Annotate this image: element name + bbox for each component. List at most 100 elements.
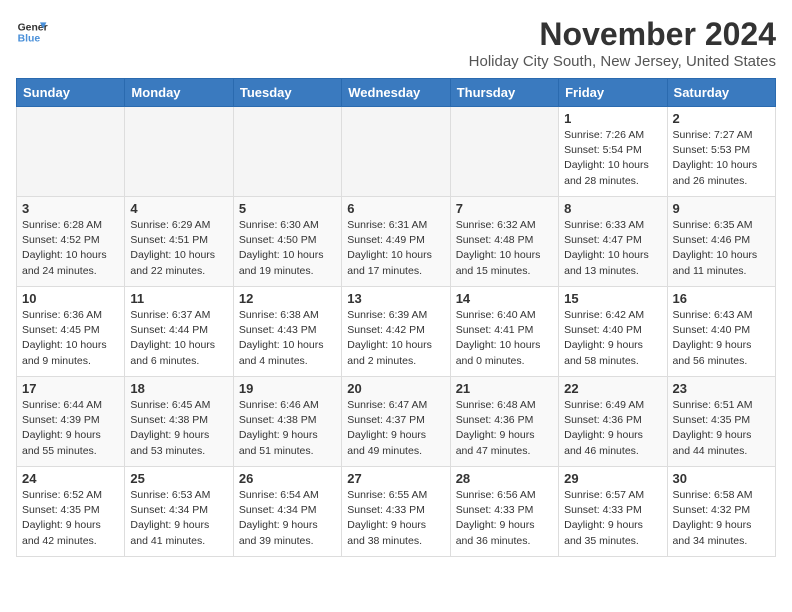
- day-cell: 26 Sunrise: 6:54 AMSunset: 4:34 PMDayligh…: [233, 467, 341, 557]
- day-cell: 9Sunrise: 6:35 AMSunset: 4:46 PMDaylight…: [667, 197, 775, 287]
- weekday-header-saturday: Saturday: [667, 79, 775, 107]
- day-cell: [342, 107, 450, 197]
- day-info: Sunrise: 6:39 AMSunset: 4:42 PMDaylight:…: [347, 308, 444, 369]
- day-number: 8: [564, 201, 661, 216]
- day-cell: 15Sunrise: 6:42 AMSunset: 4:40 PMDayligh…: [559, 287, 667, 377]
- day-cell: 17 Sunrise: 6:44 AMSunset: 4:39 PMDayligh…: [17, 377, 125, 467]
- day-cell: 10 Sunrise: 6:36 AMSunset: 4:45 PMDayligh…: [17, 287, 125, 377]
- day-number: 1: [564, 111, 661, 126]
- day-info: Sunrise: 6:38 AMSunset: 4:43 PMDaylight:…: [239, 308, 336, 369]
- day-number: 29: [564, 471, 661, 486]
- day-info: Sunrise: 6:48 AMSunset: 4:36 PMDaylight:…: [456, 398, 553, 459]
- day-info: Sunrise: 6:51 AMSunset: 4:35 PMDaylight:…: [673, 398, 770, 459]
- weekday-header-tuesday: Tuesday: [233, 79, 341, 107]
- day-info: Sunrise: 6:45 AMSunset: 4:38 PMDaylight:…: [130, 398, 227, 459]
- day-cell: [17, 107, 125, 197]
- day-number: 23: [673, 381, 770, 396]
- day-cell: 16 Sunrise: 6:43 AMSunset: 4:40 PMDayligh…: [667, 287, 775, 377]
- day-number: 30: [673, 471, 770, 486]
- day-cell: 25Sunrise: 6:53 AMSunset: 4:34 PMDayligh…: [125, 467, 233, 557]
- day-info: Sunrise: 6:47 AMSunset: 4:37 PMDaylight:…: [347, 398, 444, 459]
- day-cell: 13 Sunrise: 6:39 AMSunset: 4:42 PMDayligh…: [342, 287, 450, 377]
- day-number: 24: [22, 471, 119, 486]
- weekday-header-row: SundayMondayTuesdayWednesdayThursdayFrid…: [17, 79, 776, 107]
- day-info: Sunrise: 6:37 AMSunset: 4:44 PMDaylight:…: [130, 308, 227, 369]
- day-number: 25: [130, 471, 227, 486]
- day-cell: 24 Sunrise: 6:52 AMSunset: 4:35 PMDayligh…: [17, 467, 125, 557]
- day-info: Sunrise: 6:28 AMSunset: 4:52 PMDaylight:…: [22, 218, 119, 279]
- day-cell: 1 Sunrise: 7:26 AMSunset: 5:54 PMDaylight…: [559, 107, 667, 197]
- day-number: 27: [347, 471, 444, 486]
- day-cell: 30 Sunrise: 6:58 AMSunset: 4:32 PMDayligh…: [667, 467, 775, 557]
- day-cell: 2 Sunrise: 7:27 AMSunset: 5:53 PMDaylight…: [667, 107, 775, 197]
- day-info: Sunrise: 6:43 AMSunset: 4:40 PMDaylight:…: [673, 308, 770, 369]
- day-info: Sunrise: 6:31 AMSunset: 4:49 PMDaylight:…: [347, 218, 444, 279]
- week-row-2: 10 Sunrise: 6:36 AMSunset: 4:45 PMDayligh…: [17, 287, 776, 377]
- day-number: 4: [130, 201, 227, 216]
- week-row-3: 17 Sunrise: 6:44 AMSunset: 4:39 PMDayligh…: [17, 377, 776, 467]
- day-info: Sunrise: 6:58 AMSunset: 4:32 PMDaylight:…: [673, 488, 770, 549]
- day-info: Sunrise: 6:32 AMSunset: 4:48 PMDaylight:…: [456, 218, 553, 279]
- day-info: Sunrise: 6:46 AMSunset: 4:38 PMDaylight:…: [239, 398, 336, 459]
- weekday-header-thursday: Thursday: [450, 79, 558, 107]
- day-cell: 6 Sunrise: 6:31 AMSunset: 4:49 PMDaylight…: [342, 197, 450, 287]
- day-number: 16: [673, 291, 770, 306]
- month-title: November 2024: [469, 16, 776, 53]
- day-number: 19: [239, 381, 336, 396]
- week-row-0: 1 Sunrise: 7:26 AMSunset: 5:54 PMDaylight…: [17, 107, 776, 197]
- week-row-1: 3 Sunrise: 6:28 AMSunset: 4:52 PMDaylight…: [17, 197, 776, 287]
- day-number: 2: [673, 111, 770, 126]
- day-number: 11: [130, 291, 227, 306]
- day-number: 9: [673, 201, 770, 216]
- day-number: 6: [347, 201, 444, 216]
- day-number: 14: [456, 291, 553, 306]
- day-cell: 19 Sunrise: 6:46 AMSunset: 4:38 PMDayligh…: [233, 377, 341, 467]
- day-cell: 27Sunrise: 6:55 AMSunset: 4:33 PMDayligh…: [342, 467, 450, 557]
- day-info: Sunrise: 6:52 AMSunset: 4:35 PMDaylight:…: [22, 488, 119, 549]
- title-section: November 2024 Holiday City South, New Je…: [469, 16, 776, 70]
- calendar-table: SundayMondayTuesdayWednesdayThursdayFrid…: [16, 78, 776, 557]
- day-number: 20: [347, 381, 444, 396]
- weekday-header-monday: Monday: [125, 79, 233, 107]
- day-info: Sunrise: 6:30 AMSunset: 4:50 PMDaylight:…: [239, 218, 336, 279]
- svg-text:Blue: Blue: [18, 34, 41, 45]
- day-cell: 3 Sunrise: 6:28 AMSunset: 4:52 PMDaylight…: [17, 197, 125, 287]
- day-number: 18: [130, 381, 227, 396]
- day-cell: 28Sunrise: 6:56 AMSunset: 4:33 PMDayligh…: [450, 467, 558, 557]
- day-info: Sunrise: 6:54 AMSunset: 4:34 PMDaylight:…: [239, 488, 336, 549]
- day-cell: 18 Sunrise: 6:45 AMSunset: 4:38 PMDayligh…: [125, 377, 233, 467]
- week-row-4: 24 Sunrise: 6:52 AMSunset: 4:35 PMDayligh…: [17, 467, 776, 557]
- day-info: Sunrise: 6:57 AMSunset: 4:33 PMDaylight:…: [564, 488, 661, 549]
- day-cell: 7Sunrise: 6:32 AMSunset: 4:48 PMDaylight…: [450, 197, 558, 287]
- day-number: 3: [22, 201, 119, 216]
- day-cell: 8Sunrise: 6:33 AMSunset: 4:47 PMDaylight…: [559, 197, 667, 287]
- day-cell: 14Sunrise: 6:40 AMSunset: 4:41 PMDayligh…: [450, 287, 558, 377]
- day-number: 28: [456, 471, 553, 486]
- day-cell: 20 Sunrise: 6:47 AMSunset: 4:37 PMDayligh…: [342, 377, 450, 467]
- day-info: Sunrise: 7:27 AMSunset: 5:53 PMDaylight:…: [673, 128, 770, 189]
- day-number: 21: [456, 381, 553, 396]
- day-cell: 5 Sunrise: 6:30 AMSunset: 4:50 PMDaylight…: [233, 197, 341, 287]
- day-info: Sunrise: 7:26 AMSunset: 5:54 PMDaylight:…: [564, 128, 661, 189]
- weekday-header-friday: Friday: [559, 79, 667, 107]
- day-cell: 21 Sunrise: 6:48 AMSunset: 4:36 PMDayligh…: [450, 377, 558, 467]
- day-number: 26: [239, 471, 336, 486]
- logo: General Blue: [16, 16, 48, 48]
- day-info: Sunrise: 6:44 AMSunset: 4:39 PMDaylight:…: [22, 398, 119, 459]
- day-cell: 4Sunrise: 6:29 AMSunset: 4:51 PMDaylight…: [125, 197, 233, 287]
- day-info: Sunrise: 6:49 AMSunset: 4:36 PMDaylight:…: [564, 398, 661, 459]
- day-number: 13: [347, 291, 444, 306]
- day-number: 10: [22, 291, 119, 306]
- day-number: 5: [239, 201, 336, 216]
- day-cell: 29 Sunrise: 6:57 AMSunset: 4:33 PMDayligh…: [559, 467, 667, 557]
- day-cell: 11 Sunrise: 6:37 AMSunset: 4:44 PMDayligh…: [125, 287, 233, 377]
- logo-icon: General Blue: [16, 16, 48, 48]
- day-info: Sunrise: 6:36 AMSunset: 4:45 PMDaylight:…: [22, 308, 119, 369]
- day-cell: 12Sunrise: 6:38 AMSunset: 4:43 PMDayligh…: [233, 287, 341, 377]
- weekday-header-sunday: Sunday: [17, 79, 125, 107]
- day-number: 22: [564, 381, 661, 396]
- weekday-header-wednesday: Wednesday: [342, 79, 450, 107]
- header: General Blue November 2024 Holiday City …: [16, 16, 776, 70]
- day-number: 17: [22, 381, 119, 396]
- day-cell: [125, 107, 233, 197]
